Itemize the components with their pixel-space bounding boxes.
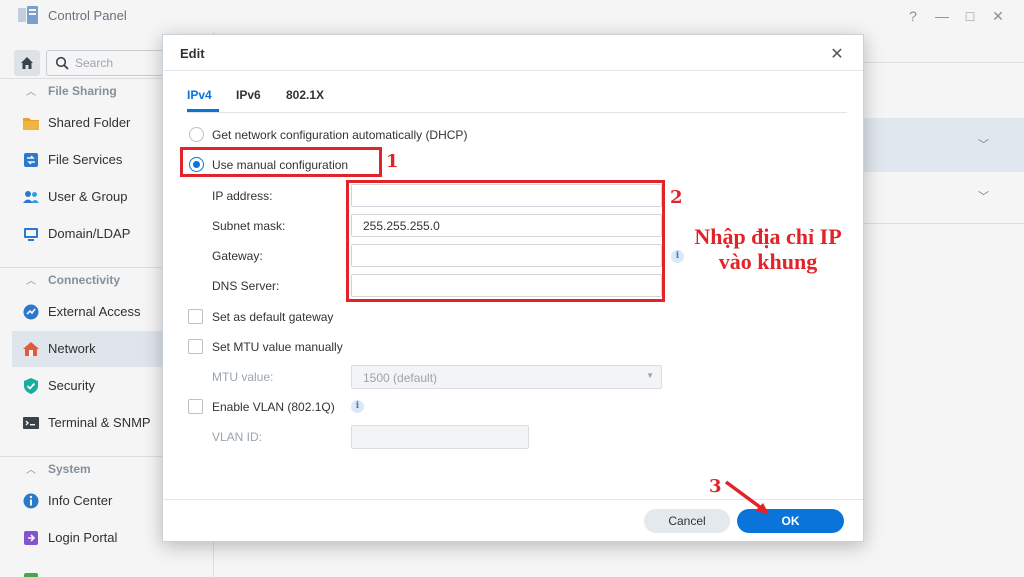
mtu-manual-checkbox[interactable]	[188, 339, 203, 354]
tab-ipv6[interactable]: IPv6	[236, 88, 261, 102]
divider	[163, 70, 863, 71]
close-icon[interactable]: ✕	[829, 44, 845, 64]
vlan-id-input	[351, 425, 529, 449]
annotation-step-1: 1	[386, 151, 399, 172]
dialog-title: Edit	[180, 46, 205, 61]
tab-8021x[interactable]: 802.1X	[286, 88, 324, 102]
vlan-id-label: VLAN ID:	[212, 430, 263, 444]
dhcp-radio[interactable]	[189, 127, 204, 142]
tab-bar: IPv4 IPv6 802.1X	[187, 85, 847, 113]
mtu-selected-value: 1500 (default)	[363, 371, 438, 385]
subnet-mask-label: Subnet mask:	[212, 219, 286, 233]
ip-address-label: IP address:	[212, 189, 273, 203]
vlan-label[interactable]: Enable VLAN (802.1Q)	[212, 400, 335, 414]
vlan-info-icon[interactable]: i	[351, 400, 364, 413]
dns-server-label: DNS Server:	[212, 279, 280, 293]
annotation-step-2: 2	[670, 187, 683, 208]
mtu-manual-label[interactable]: Set MTU value manually	[212, 340, 343, 354]
tab-ipv4[interactable]: IPv4	[187, 88, 212, 102]
annotation-box-ip-fields	[346, 180, 665, 302]
gateway-label: Gateway:	[212, 249, 263, 263]
mtu-value-select: 1500 (default) ▼	[351, 365, 662, 389]
vlan-checkbox[interactable]	[188, 399, 203, 414]
cancel-button[interactable]: Cancel	[644, 509, 730, 533]
caret-down-icon: ▼	[646, 371, 654, 380]
active-tab-indicator	[187, 109, 219, 112]
annotation-box-manual-config	[180, 147, 382, 177]
mtu-value-label: MTU value:	[212, 370, 274, 384]
default-gateway-checkbox[interactable]	[188, 309, 203, 324]
default-gateway-label[interactable]: Set as default gateway	[212, 310, 333, 324]
dhcp-label[interactable]: Get network configuration automatically …	[212, 128, 467, 142]
annotation-arrow-icon	[724, 480, 769, 514]
annotation-step-3: 3	[709, 476, 722, 497]
annotation-note: Nhập địa chỉ IP vào khung	[694, 224, 842, 274]
